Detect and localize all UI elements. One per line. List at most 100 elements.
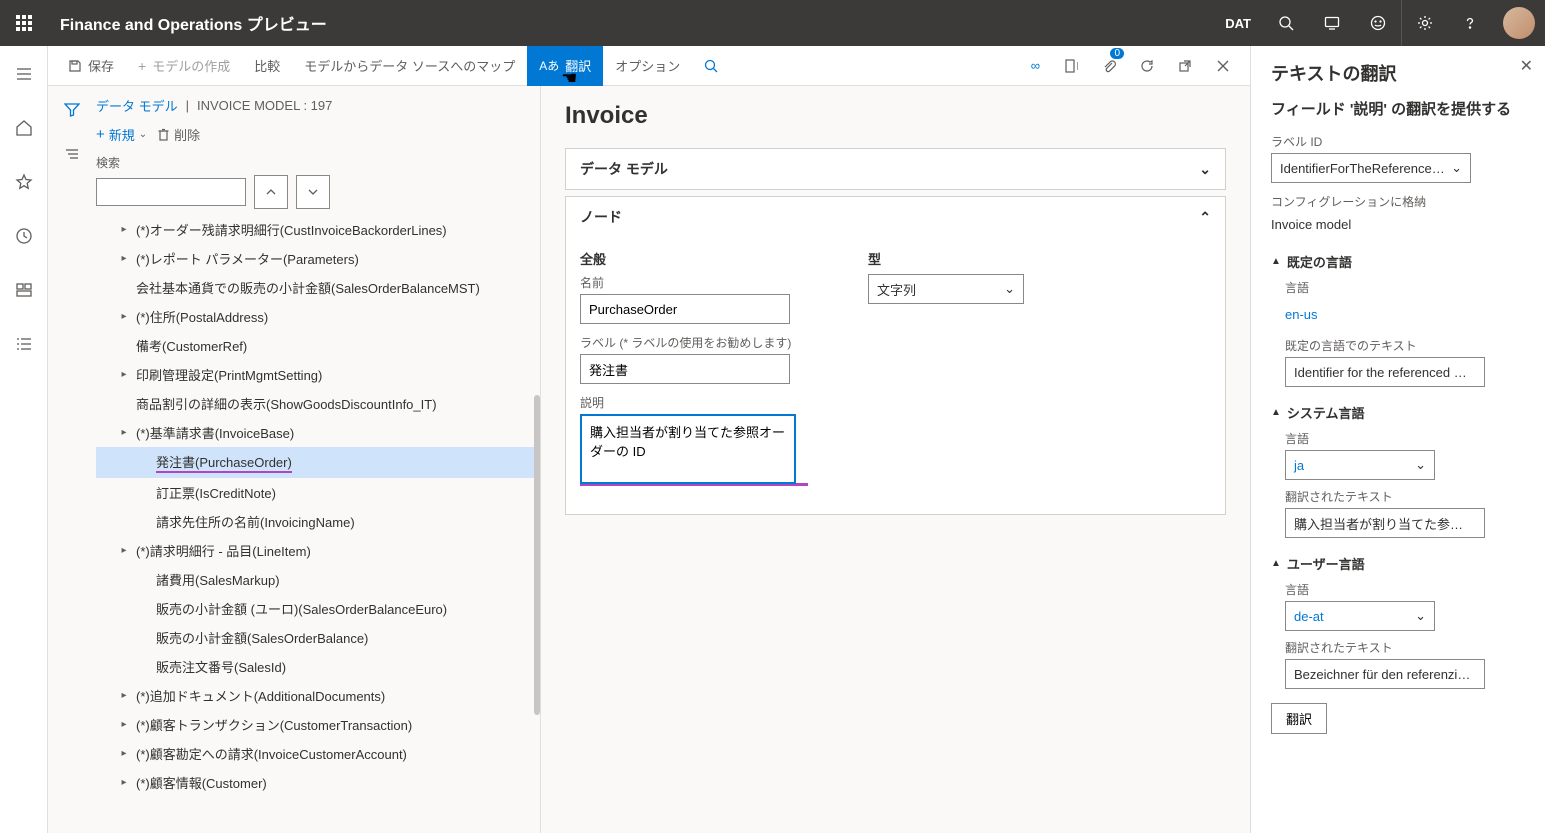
chevron-down-icon: ⌄ xyxy=(1451,160,1462,176)
gear-icon[interactable] xyxy=(1401,0,1447,46)
chat-icon[interactable] xyxy=(1309,0,1355,46)
link-icon[interactable]: ∞ xyxy=(1019,46,1052,86)
delete-button[interactable]: 削除 xyxy=(157,125,200,144)
translate-action-button[interactable]: 翻訳 xyxy=(1271,703,1327,734)
section-system-language[interactable]: ▲システム言語 xyxy=(1271,403,1525,422)
toolbar-search-icon[interactable] xyxy=(692,46,730,86)
tree-item-label: (*)請求明細行 - 品目(LineItem) xyxy=(136,541,311,560)
workspace-icon[interactable] xyxy=(4,270,44,310)
tree-item[interactable]: 備考(CustomerRef) xyxy=(96,331,540,360)
tree-item-label: 販売の小計金額 (ユーロ)(SalesOrderBalanceEuro) xyxy=(156,599,447,618)
avatar[interactable] xyxy=(1503,7,1535,39)
help-icon[interactable] xyxy=(1447,0,1493,46)
filter-icon[interactable] xyxy=(56,94,88,126)
lines-icon[interactable] xyxy=(56,138,88,170)
label-id-label: ラベル ID xyxy=(1271,133,1525,150)
chevron-right-icon[interactable]: ▸ xyxy=(118,224,130,235)
tree-item[interactable]: 諸費用(SalesMarkup) xyxy=(96,565,540,594)
label-id-select[interactable]: IdentifierForTheReferencedOr... ⌄ xyxy=(1271,153,1471,183)
section-user-language[interactable]: ▲ユーザー言語 xyxy=(1271,554,1525,573)
chevron-right-icon[interactable]: ▸ xyxy=(118,253,130,264)
system-lang-select[interactable]: ja⌄ xyxy=(1285,450,1435,480)
tree-item[interactable]: 訂正票(IsCreditNote) xyxy=(96,478,540,507)
chevron-right-icon[interactable]: ▸ xyxy=(118,777,130,788)
tree-item[interactable]: 販売の小計金額 (ユーロ)(SalesOrderBalanceEuro) xyxy=(96,594,540,623)
tree-item-label: 販売の小計金額(SalesOrderBalance) xyxy=(156,628,368,647)
create-model-button[interactable]: +モデルの作成 xyxy=(126,46,242,86)
input-name[interactable] xyxy=(580,294,790,324)
modules-icon[interactable] xyxy=(4,324,44,364)
input-label[interactable] xyxy=(580,354,790,384)
lang-label: 言語 xyxy=(1285,279,1525,296)
translation-panel: ✕ テキストの翻訳 フィールド '説明' の翻訳を提供する ラベル ID Ide… xyxy=(1250,46,1545,833)
label-label: ラベル (* ラベルの使用をお勧めします) xyxy=(580,334,808,351)
chevron-right-icon[interactable]: ▸ xyxy=(118,719,130,730)
smile-icon[interactable] xyxy=(1355,0,1401,46)
next-match-button[interactable] xyxy=(296,175,330,209)
tree-item[interactable]: 会社基本通貨での販売の小計金額(SalesOrderBalanceMST) xyxy=(96,273,540,302)
app-header: Finance and Operations プレビュー DAT xyxy=(0,0,1545,46)
tree-item[interactable]: ▸(*)追加ドキュメント(AdditionalDocuments) xyxy=(96,681,540,710)
tree-item[interactable]: ▸(*)住所(PostalAddress) xyxy=(96,302,540,331)
attach-icon[interactable] xyxy=(1090,46,1128,86)
scrollbar-thumb[interactable] xyxy=(534,395,540,715)
waffle-icon[interactable] xyxy=(0,0,48,46)
tree-item[interactable]: ▸(*)顧客情報(Customer) xyxy=(96,768,540,797)
chevron-right-icon[interactable]: ▸ xyxy=(118,690,130,701)
compare-button[interactable]: 比較 xyxy=(242,46,292,86)
search-input[interactable] xyxy=(96,178,246,206)
tree-item[interactable]: 販売の小計金額(SalesOrderBalance) xyxy=(96,623,540,652)
translated-text-label: 翻訳されたテキスト xyxy=(1285,639,1525,656)
model-tree[interactable]: ▸(*)オーダー残請求明細行(CustInvoiceBackorderLines… xyxy=(96,215,540,833)
search-icon[interactable] xyxy=(1263,0,1309,46)
default-text-input[interactable]: Identifier for the referenced Or... xyxy=(1285,357,1485,387)
recent-icon[interactable] xyxy=(4,216,44,256)
map-source-button[interactable]: モデルからデータ ソースへのマップ xyxy=(292,46,527,86)
translate-button[interactable]: Aあ翻訳 ☚ xyxy=(527,46,603,86)
tree-item[interactable]: ▸(*)オーダー残請求明細行(CustInvoiceBackorderLines… xyxy=(96,215,540,244)
chevron-right-icon[interactable]: ▸ xyxy=(118,369,130,380)
tree-item[interactable]: 発注書(PurchaseOrder) xyxy=(96,447,540,478)
popout-icon[interactable] xyxy=(1166,46,1204,86)
translated-text-label: 翻訳されたテキスト xyxy=(1285,488,1525,505)
tree-item[interactable]: ▸印刷管理設定(PrintMgmtSetting) xyxy=(96,360,540,389)
system-text-input[interactable]: 購入担当者が割り当てた参照オ... xyxy=(1285,508,1485,538)
action-toolbar: 保存 +モデルの作成 比較 モデルからデータ ソースへのマップ Aあ翻訳 ☚ オ… xyxy=(48,46,1250,86)
refresh-icon[interactable] xyxy=(1128,46,1166,86)
chevron-right-icon[interactable]: ▸ xyxy=(118,748,130,759)
app-title: Finance and Operations プレビュー xyxy=(48,11,1213,35)
input-desc[interactable]: 購入担当者が割り当てた参照オーダーの ID xyxy=(580,414,796,484)
tree-item[interactable]: ▸(*)レポート パラメーター(Parameters) xyxy=(96,244,540,273)
option-button[interactable]: オプション xyxy=(603,46,692,86)
chevron-right-icon[interactable]: ▸ xyxy=(118,545,130,556)
tree-item[interactable]: 請求先住所の名前(InvoicingName) xyxy=(96,507,540,536)
close-icon[interactable]: ✕ xyxy=(1520,56,1533,76)
home-icon[interactable] xyxy=(4,108,44,148)
user-lang-select[interactable]: de-at⌄ xyxy=(1285,601,1435,631)
office-icon[interactable] xyxy=(1052,46,1090,86)
select-type[interactable]: 文字列 ⌄ xyxy=(868,274,1024,304)
tree-item[interactable]: ▸(*)顧客勘定への請求(InvoiceCustomerAccount) xyxy=(96,739,540,768)
user-text-input[interactable]: Bezeichner für den referenzierte... xyxy=(1285,659,1485,689)
tree-item-label: 発注書(PurchaseOrder) xyxy=(156,452,292,473)
star-icon[interactable] xyxy=(4,162,44,202)
section-general: 全般 xyxy=(580,249,808,268)
chevron-right-icon[interactable]: ▸ xyxy=(118,311,130,322)
panel-node-header[interactable]: ノード ⌃ xyxy=(566,197,1225,237)
tree-item[interactable]: 商品割引の詳細の表示(ShowGoodsDiscountInfo_IT) xyxy=(96,389,540,418)
close-icon[interactable] xyxy=(1204,46,1242,86)
config-label: コンフィグレーションに格納 xyxy=(1271,193,1525,210)
breadcrumb-root[interactable]: データ モデル xyxy=(96,96,178,115)
prev-match-button[interactable] xyxy=(254,175,288,209)
tree-item[interactable]: ▸(*)基準請求書(InvoiceBase) xyxy=(96,418,540,447)
company-code[interactable]: DAT xyxy=(1213,16,1263,31)
chevron-right-icon[interactable]: ▸ xyxy=(118,427,130,438)
tree-item[interactable]: ▸ (*)請求明細行 - 品目(LineItem) xyxy=(96,536,540,565)
new-button[interactable]: +新規⌄ xyxy=(96,125,147,144)
panel-data-model-header[interactable]: データ モデル ⌄ xyxy=(566,149,1225,189)
tree-item[interactable]: ▸(*)顧客トランザクション(CustomerTransaction) xyxy=(96,710,540,739)
section-default-language[interactable]: ▲既定の言語 xyxy=(1271,252,1525,271)
save-button[interactable]: 保存 xyxy=(56,46,126,86)
tree-item[interactable]: 販売注文番号(SalesId) xyxy=(96,652,540,681)
hamburger-icon[interactable] xyxy=(4,54,44,94)
